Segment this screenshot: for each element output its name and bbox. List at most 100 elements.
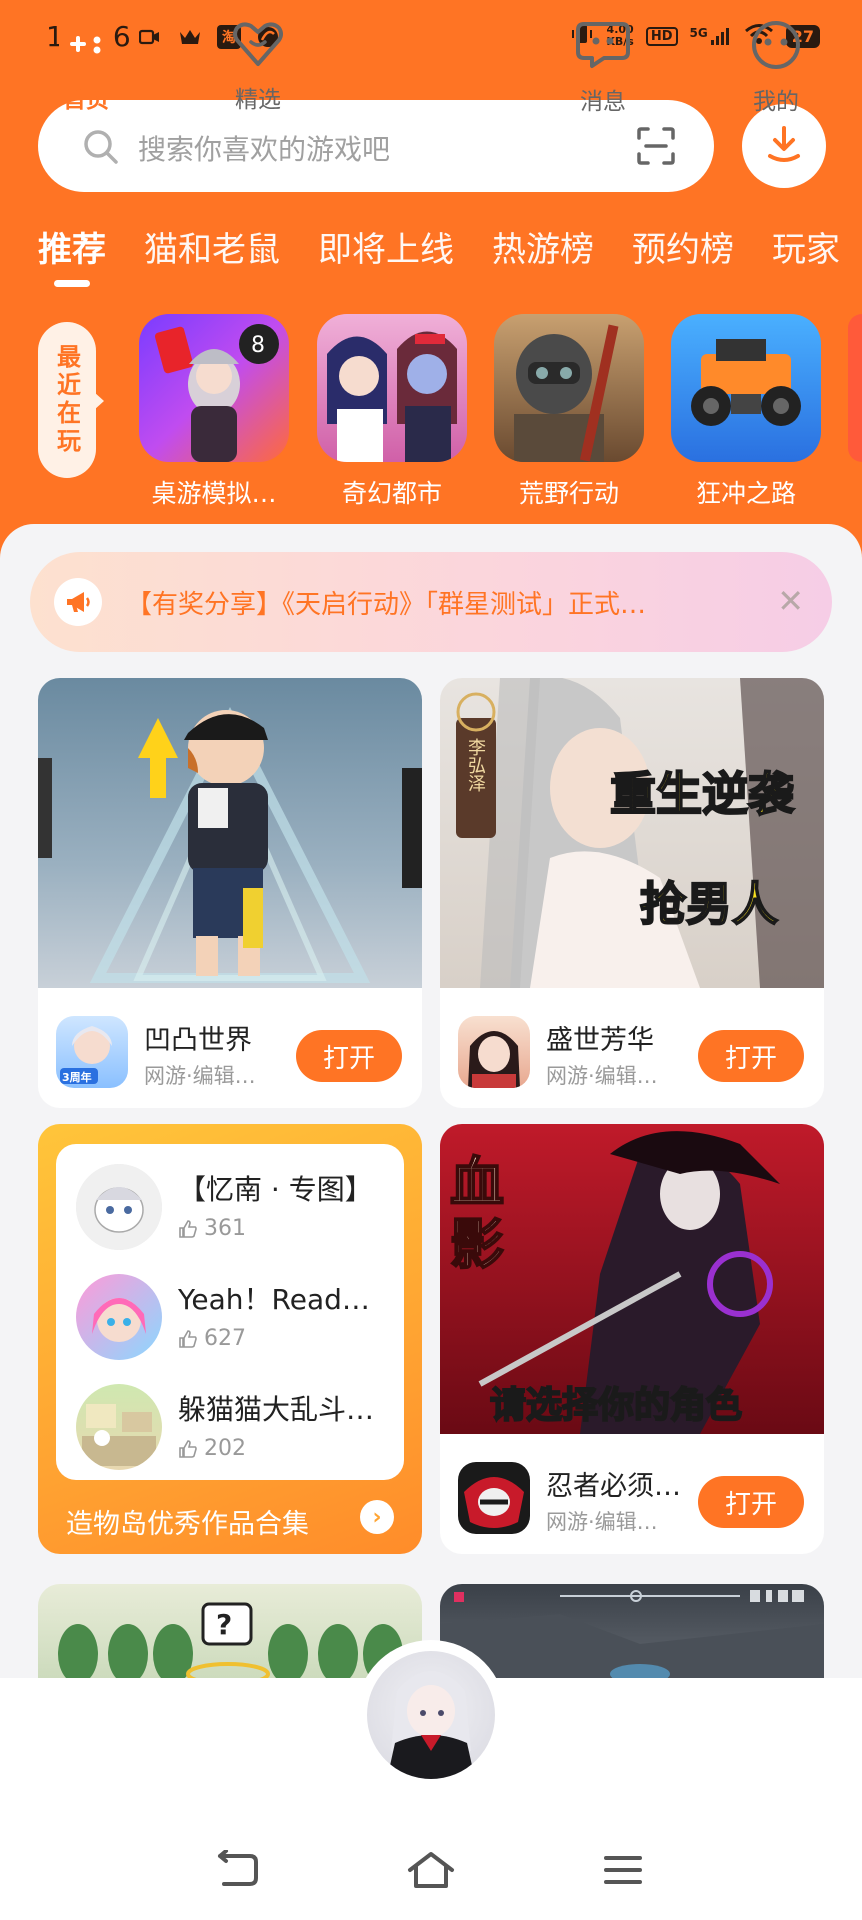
nav-label: 精选 <box>235 87 281 113</box>
video-icon <box>137 24 163 50</box>
like-count-value: 627 <box>204 1326 246 1351</box>
card-image: 血影 请选择你的角色 <box>440 1124 824 1434</box>
collection-item-title: 【忆南 · 专图】 <box>178 1173 373 1206</box>
open-button[interactable]: 打开 <box>698 1476 804 1528</box>
tab-recommend[interactable]: 推荐 <box>38 222 106 287</box>
recent-game-partial[interactable] <box>848 314 862 462</box>
nav-label: 消息 <box>580 89 626 115</box>
nav-home[interactable]: 首页 <box>36 20 136 114</box>
game-name: 奇幻都市 <box>341 479 442 508</box>
collection-title: 造物岛优秀作品合集 <box>66 1509 309 1540</box>
collection-thumbnail <box>76 1274 162 1360</box>
collection-thumbnail <box>76 1384 162 1470</box>
tab-active-indicator <box>54 280 90 287</box>
like-count-value: 361 <box>204 1216 246 1241</box>
recent-game[interactable]: 8 桌游模拟… <box>139 314 289 510</box>
creation-island-collection[interactable]: 【忆南 · 专图】 361 Yeah！Read… 627 躲猫猫大乱斗… 202… <box>38 1124 422 1554</box>
app-icon-aotu: 3周年 <box>56 1016 128 1088</box>
card-image <box>38 678 422 988</box>
card-title: 忍者必须… <box>546 1471 681 1502</box>
overlay-text-1: 血影 <box>449 1151 505 1277</box>
menu-icon[interactable] <box>602 1850 644 1894</box>
chevron-right-icon[interactable]: › <box>360 1500 394 1534</box>
character-tag: 李弘泽 <box>465 738 486 792</box>
scan-icon[interactable] <box>636 126 676 170</box>
nav-featured[interactable]: 精选 <box>208 20 308 114</box>
game-name: 狂冲之路 <box>695 479 796 508</box>
center-avatar-button[interactable] <box>364 1648 498 1782</box>
tab-tom-and-jerry[interactable]: 猫和老鼠 <box>144 222 280 271</box>
game-icon-board-sim: 8 <box>139 314 289 462</box>
nav-label: 首页 <box>63 87 109 113</box>
profile-icon <box>726 20 826 74</box>
anniversary-badge: 3周年 <box>62 1071 92 1084</box>
category-tabs: 推荐 猫和老鼠 即将上线 热游榜 预约榜 玩家 <box>38 222 862 287</box>
megaphone-icon <box>54 578 102 626</box>
tab-upcoming[interactable]: 即将上线 <box>318 222 454 271</box>
download-button[interactable] <box>742 104 826 188</box>
game-name: 桌游模拟… <box>151 479 277 508</box>
close-icon[interactable]: ✕ <box>777 582 804 620</box>
back-icon[interactable] <box>214 1849 260 1894</box>
like-count: 361 <box>178 1216 246 1241</box>
svg-text:8: 8 <box>251 333 265 358</box>
thumbs-up-icon <box>179 1329 197 1348</box>
nav-messages[interactable]: 消息 <box>553 20 653 116</box>
card-subtitle: 网游·编辑… <box>144 1064 256 1088</box>
app-icon-ninja <box>458 1462 530 1534</box>
nav-profile[interactable]: 我的 <box>726 20 826 116</box>
game-icon-fantasy-city <box>317 314 467 462</box>
download-icon <box>764 124 804 168</box>
card-subtitle: 网游·编辑… <box>546 1510 658 1534</box>
game-icon-partial <box>848 314 862 462</box>
open-button[interactable]: 打开 <box>698 1030 804 1082</box>
network-type: 5G <box>689 26 708 40</box>
recent-game[interactable]: 狂冲之路 <box>671 314 821 510</box>
recent-game[interactable]: 荒野行动 <box>494 314 644 510</box>
crown-icon <box>177 24 203 50</box>
tab-players[interactable]: 玩家 <box>772 222 840 271</box>
collection-item[interactable]: Yeah！Read… 627 <box>76 1274 396 1366</box>
game-name: 荒野行动 <box>518 479 619 508</box>
card-title: 凹凸世界 <box>144 1025 252 1056</box>
message-icon <box>553 20 653 74</box>
collection-item[interactable]: 【忆南 · 专图】 361 <box>76 1164 396 1256</box>
game-icon-rush-road <box>671 314 821 462</box>
recently-played-label: 最近在玩 <box>38 322 96 478</box>
app-icon-shengshi <box>458 1016 530 1088</box>
like-count: 202 <box>178 1436 246 1461</box>
like-count-value: 202 <box>204 1436 246 1461</box>
card-subtitle: 网游·编辑… <box>546 1064 658 1088</box>
tab-label: 推荐 <box>38 230 106 270</box>
card-info: 忍者必须… 网游·编辑… 打开 <box>440 1434 824 1554</box>
notice-text: 【有奖分享】《天启行动》「群星测试」正式… <box>126 590 647 620</box>
recently-played-arrow <box>94 392 104 410</box>
thumbs-up-icon <box>179 1219 197 1238</box>
overlay-text-1: 重生逆袭 <box>609 766 795 822</box>
tab-hot-chart[interactable]: 热游榜 <box>492 222 594 271</box>
game-card-shengshi[interactable]: 李弘泽 重生逆袭 抢男人 盛世芳华 网游·编辑… 打开 <box>440 678 824 1108</box>
card-title: 盛世芳华 <box>546 1025 654 1056</box>
collection-list: 【忆南 · 专图】 361 Yeah！Read… 627 躲猫猫大乱斗… 202 <box>56 1144 404 1480</box>
collection-thumbnail <box>76 1164 162 1250</box>
card-info: 3周年 凹凸世界 网游·编辑… 打开 <box>38 988 422 1108</box>
game-icon-wild-action <box>494 314 644 462</box>
overlay-text-2: 请选择你的角色 <box>489 1384 743 1427</box>
notice-banner[interactable]: 【有奖分享】《天启行动》「群星测试」正式… ✕ <box>30 552 832 652</box>
collection-item[interactable]: 躲猫猫大乱斗… 202 <box>76 1384 396 1476</box>
game-card-aotu[interactable]: 3周年 凹凸世界 网游·编辑… 打开 <box>38 678 422 1108</box>
overlay-text-2: 抢男人 <box>639 876 779 932</box>
svg-text:?: ? <box>216 1608 232 1641</box>
home-icon[interactable] <box>406 1850 456 1894</box>
nav-label: 我的 <box>753 89 799 115</box>
game-card-ninja[interactable]: 血影 请选择你的角色 忍者必须… 网游·编辑… 打开 <box>440 1124 824 1554</box>
collection-item-title: 躲猫猫大乱斗… <box>178 1393 375 1426</box>
gamepad-icon <box>36 20 136 72</box>
thumbs-up-icon <box>179 1439 197 1458</box>
open-button[interactable]: 打开 <box>296 1030 402 1082</box>
collection-item-title: Yeah！Read… <box>178 1283 370 1316</box>
recent-game[interactable]: 奇幻都市 <box>317 314 467 510</box>
tab-reservation-chart[interactable]: 预约榜 <box>632 222 734 271</box>
search-placeholder: 搜索你喜欢的游戏吧 <box>138 133 391 166</box>
search-icon <box>82 128 120 170</box>
